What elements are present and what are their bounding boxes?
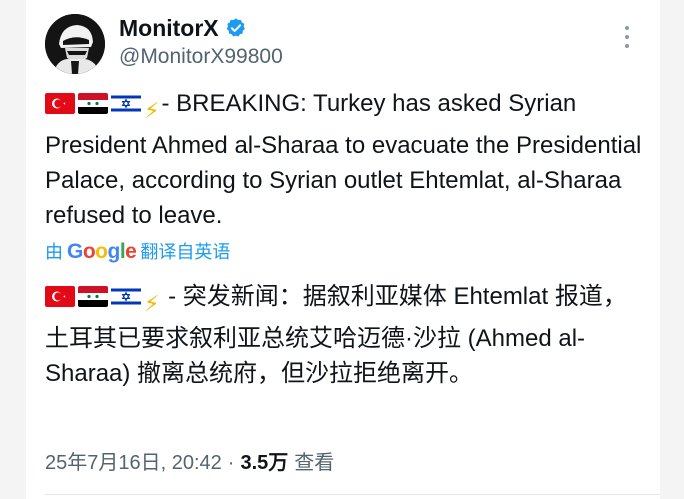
tweet-card: MonitorX @MonitorX99800 ⚡ - BREAKING: Tu… (26, 0, 660, 499)
syria-flag-icon (78, 286, 108, 307)
display-name[interactable]: MonitorX (119, 14, 219, 42)
more-options-icon[interactable] (622, 26, 632, 48)
israel-flag-icon (111, 93, 141, 114)
flag-group: ⚡ (45, 93, 159, 128)
syria-flag-icon (78, 93, 108, 114)
views-label: 查看 (294, 452, 335, 474)
translation-suffix[interactable]: 翻译自英语 (140, 238, 230, 264)
flag-group-translated: ⚡ (45, 286, 159, 321)
meta-separator: · (227, 452, 235, 474)
tweet-text-chinese: ⚡ - 突发新闻：据叙利亚媒体 Ehtemlat 报道，土耳其已要求叙利亚总统艾… (45, 279, 645, 391)
translation-prefix: 由 (45, 242, 63, 262)
israel-flag-icon (111, 286, 141, 307)
translation-attribution[interactable]: 由 Google 翻译自英语 (45, 238, 230, 264)
author-name-row[interactable]: MonitorX (119, 14, 247, 42)
turkey-flag-icon (45, 93, 75, 114)
turkey-flag-icon (45, 286, 75, 307)
tweet-text-english: ⚡ - BREAKING: Turkey has asked Syrian Pr… (45, 86, 645, 233)
lightning-bolt-icon: ⚡ (144, 291, 160, 316)
tweet-meta: 25年7月16日, 20:42 · 3.5万 查看 (45, 450, 334, 476)
google-logo-icon: Google (67, 240, 137, 263)
masked-figure-avatar-icon (45, 14, 105, 74)
author-handle[interactable]: @MonitorX99800 (119, 44, 283, 70)
views-count: 3.5万 (240, 452, 289, 474)
divider (45, 494, 660, 495)
verified-badge-icon (226, 18, 245, 37)
lightning-bolt-icon: ⚡ (144, 98, 160, 123)
timestamp[interactable]: 25年7月16日, 20:42 (45, 450, 222, 476)
avatar[interactable] (45, 14, 105, 74)
